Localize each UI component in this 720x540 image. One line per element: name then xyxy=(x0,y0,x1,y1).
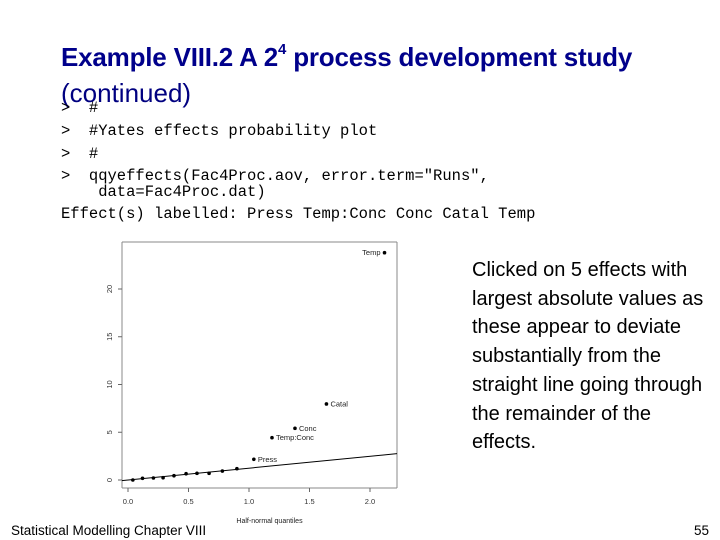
effect-point-conc xyxy=(293,426,297,431)
effect-point xyxy=(172,473,176,478)
y-tick-label: 15 xyxy=(105,333,114,341)
x-tick-label: 0.5 xyxy=(183,497,193,506)
effect-label: Press xyxy=(258,455,277,464)
effect-label: Temp:Conc xyxy=(276,433,314,442)
effect-label: Conc xyxy=(299,424,317,433)
x-tick-label: 2.0 xyxy=(365,497,375,506)
effect-point xyxy=(184,471,188,476)
effect-label: Temp xyxy=(362,248,380,257)
effect-point xyxy=(131,478,135,482)
effect-point xyxy=(195,471,199,476)
x-tick-label: 1.0 xyxy=(244,497,254,506)
effect-label: Catal xyxy=(330,399,348,408)
effect-point xyxy=(235,466,239,471)
effect-point-catal xyxy=(324,402,329,406)
y-tick-label: 0 xyxy=(105,478,114,482)
y-tick-label: 10 xyxy=(105,380,114,388)
x-tick-label: 1.5 xyxy=(304,497,314,506)
effect-point xyxy=(161,475,165,480)
x-axis-title: Half-normal quantiles xyxy=(236,518,303,525)
effect-point xyxy=(140,476,145,481)
footer-course-title: Statistical Modelling Chapter VIII xyxy=(11,523,207,538)
page-number: 55 xyxy=(694,523,710,538)
effect-point xyxy=(220,469,225,473)
side-note: Clicked on 5 effects with largest absolu… xyxy=(472,259,704,454)
x-tick-label: 0.0 xyxy=(123,497,133,506)
effect-point xyxy=(151,476,156,480)
effect-point-temp xyxy=(382,250,387,255)
effect-point xyxy=(207,471,211,476)
y-tick-label: 5 xyxy=(105,430,114,434)
effect-point-temp-conc xyxy=(270,435,274,440)
y-tick-label: 20 xyxy=(105,285,114,293)
effect-point-press xyxy=(252,457,256,462)
